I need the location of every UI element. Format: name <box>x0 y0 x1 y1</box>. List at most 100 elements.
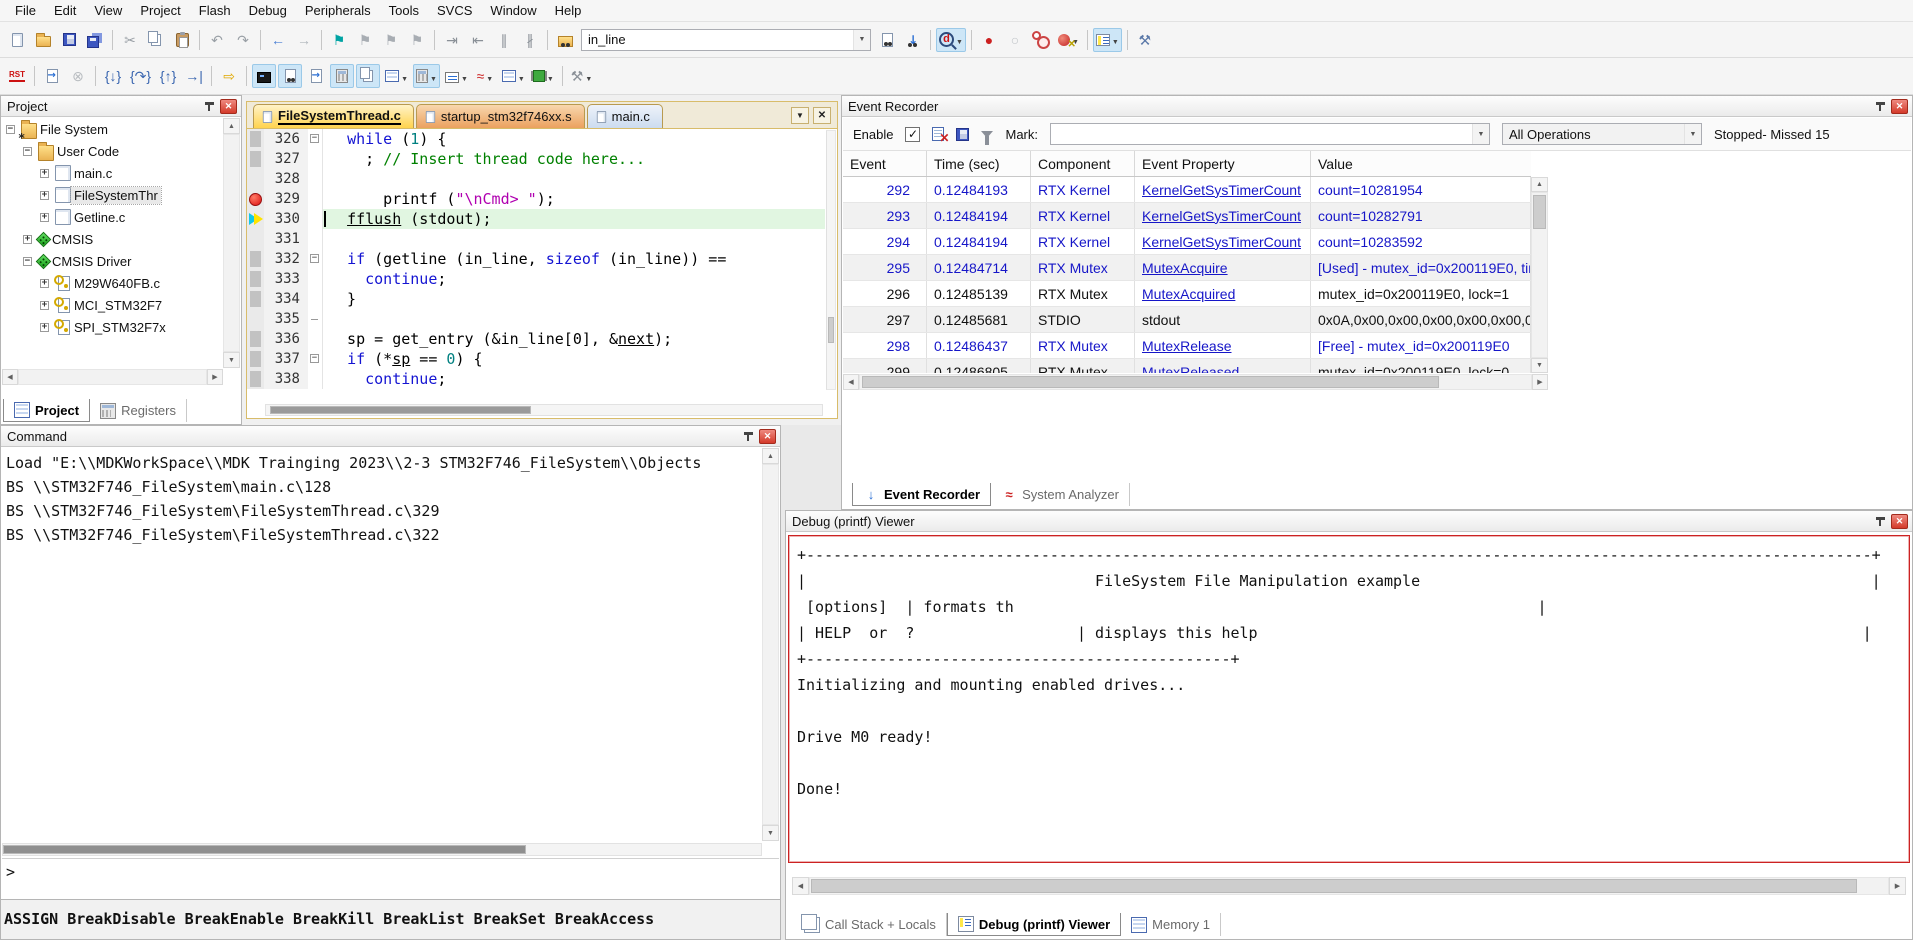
find-symbol-button[interactable]: d <box>936 28 966 52</box>
code-line-335[interactable]: 335 <box>247 309 825 329</box>
save-events-icon[interactable] <box>956 128 969 141</box>
fold-collapse-icon[interactable]: − <box>310 254 319 263</box>
insert-breakpoint-button[interactable]: ● <box>977 28 1001 52</box>
editor-hscrollbar[interactable] <box>265 404 823 416</box>
configure-button[interactable]: ⚒ <box>1133 28 1157 52</box>
chevron-down-icon[interactable] <box>430 69 437 84</box>
clear-events-icon[interactable] <box>932 127 944 141</box>
code-line-327[interactable]: 327 ; // Insert thread code here... <box>247 149 825 169</box>
filter-icon[interactable] <box>981 131 993 138</box>
menu-tools[interactable]: Tools <box>380 1 428 20</box>
tree-item-getline-c[interactable]: +Getline.c <box>2 206 223 228</box>
watch-window-button[interactable] <box>413 64 440 88</box>
tab-call-stack-locals[interactable]: Call Stack + Locals <box>794 913 947 936</box>
column-header-property[interactable]: Event Property <box>1135 151 1311 176</box>
tab-system-analyzer[interactable]: ≈System Analyzer <box>991 483 1130 506</box>
tree-item-m29w640fb-c[interactable]: +M29W640FB.c <box>2 272 223 294</box>
tab-debug-printf-viewer[interactable]: Debug (printf) Viewer <box>947 913 1121 936</box>
event-property-link[interactable]: MutexAcquire <box>1142 260 1228 276</box>
scroll-left-icon[interactable] <box>843 374 859 390</box>
tree-expander-icon[interactable]: + <box>40 323 49 332</box>
menu-debug[interactable]: Debug <box>240 1 296 20</box>
disable-all-breakpoints-button[interactable] <box>1029 28 1053 52</box>
code-editor[interactable]: 326− while (1) {327 ; // Insert thread c… <box>247 129 825 391</box>
navigate-back-button[interactable]: ← <box>266 28 290 52</box>
tree-item-cmsis[interactable]: +CMSIS <box>2 228 223 250</box>
menu-view[interactable]: View <box>85 1 131 20</box>
breakpoint-icon[interactable] <box>249 193 262 206</box>
chevron-down-icon[interactable] <box>1472 124 1489 144</box>
code-line-336[interactable]: 336 sp = get_entry (&in_line[0], &next); <box>247 329 825 349</box>
event-row-298[interactable]: 2980.12486437RTX MutexMutexRelease[Free]… <box>843 333 1531 359</box>
scroll-up-icon[interactable] <box>223 118 240 134</box>
editor-tab-main-c[interactable]: main.c <box>587 104 663 128</box>
chevron-down-icon[interactable] <box>401 69 408 84</box>
code-line-334[interactable]: 334 } <box>247 289 825 309</box>
stop-button[interactable]: ⊗ <box>66 64 90 88</box>
paste-button[interactable] <box>170 28 194 52</box>
column-header-event[interactable]: Event <box>843 151 927 176</box>
run-to-cursor-button[interactable]: →| <box>182 64 206 88</box>
code-line-338[interactable]: 338 continue; <box>247 369 825 389</box>
event-row-299[interactable]: 2990.12486805RTX MutexMutexReleasedmutex… <box>843 359 1531 373</box>
code-line-337[interactable]: 337− if (*sp == 0) { <box>247 349 825 369</box>
bookmark-toggle-button[interactable]: ⚑ <box>327 28 351 52</box>
event-row-295[interactable]: 2950.12484714RTX MutexMutexAcquire[Used]… <box>843 255 1531 281</box>
run-button[interactable]: ⇨ <box>217 64 241 88</box>
fold-collapse-icon[interactable]: − <box>310 134 319 143</box>
debug-viewer-output[interactable]: +---------------------------------------… <box>788 535 1910 863</box>
command-hscrollbar[interactable] <box>2 843 762 856</box>
tree-expander-icon[interactable]: − <box>23 147 32 156</box>
copy-button[interactable] <box>144 28 168 52</box>
step-out-button[interactable]: {↑} <box>156 64 180 88</box>
enable-disable-breakpoint-button[interactable]: ○ <box>1003 28 1027 52</box>
project-tree-hscrollbar[interactable] <box>2 369 223 385</box>
menu-window[interactable]: Window <box>481 1 545 20</box>
scroll-down-icon[interactable] <box>1531 358 1548 373</box>
peripherals-button[interactable] <box>530 64 557 88</box>
project-tree-vscrollbar[interactable] <box>223 118 240 368</box>
event-recorder-pin-button[interactable] <box>1872 99 1888 114</box>
tree-expander-icon[interactable]: + <box>40 279 49 288</box>
bookmark-prev-button[interactable]: ⚑ <box>353 28 377 52</box>
event-row-293[interactable]: 2930.12484194RTX KernelKernelGetSysTimer… <box>843 203 1531 229</box>
editor-vscrollbar[interactable] <box>826 130 836 390</box>
step-over-button[interactable]: {↷} <box>127 64 154 88</box>
tree-expander-icon[interactable]: − <box>23 257 32 266</box>
tree-expander-icon[interactable]: + <box>40 213 49 222</box>
tab-project[interactable]: Project <box>3 399 90 422</box>
undo-button[interactable]: ↶ <box>205 28 229 52</box>
menu-peripherals[interactable]: Peripherals <box>296 1 380 20</box>
incremental-find-button[interactable]: ↓ <box>901 28 925 52</box>
tab-registers[interactable]: Registers <box>90 399 187 422</box>
toolbox-button[interactable]: ⚒ <box>568 64 596 88</box>
chevron-down-icon[interactable] <box>461 69 468 84</box>
chevron-down-icon[interactable] <box>1112 32 1119 47</box>
scroll-left-icon[interactable] <box>2 369 18 385</box>
menu-flash[interactable]: Flash <box>190 1 240 20</box>
event-recorder-close-button[interactable] <box>1891 99 1908 114</box>
navigate-forward-button[interactable]: → <box>292 28 316 52</box>
open-file-button[interactable] <box>31 28 55 52</box>
disassembly-window-button[interactable] <box>278 64 302 88</box>
mark-combobox[interactable] <box>1050 123 1490 145</box>
analysis-window-button[interactable]: ≈ <box>473 64 497 88</box>
tree-item-user-code[interactable]: −User Code <box>2 140 223 162</box>
tab-event-recorder[interactable]: ↓Event Recorder <box>852 483 991 506</box>
event-property-link[interactable]: KernelGetSysTimerCount <box>1142 182 1301 198</box>
project-pin-button[interactable] <box>201 99 217 114</box>
command-window-button[interactable] <box>252 64 276 88</box>
code-line-331[interactable]: 331 <box>247 229 825 249</box>
tree-item-file-system[interactable]: −File System <box>2 118 223 140</box>
window-list-button[interactable] <box>1093 28 1122 52</box>
code-line-328[interactable]: 328 <box>247 169 825 189</box>
column-header-component[interactable]: Component <box>1031 151 1135 176</box>
column-header-value[interactable]: Value <box>1311 151 1531 176</box>
cut-button[interactable]: ✂ <box>118 28 142 52</box>
code-line-330[interactable]: 330 fflush (stdout); <box>247 209 825 229</box>
show-next-statement-button[interactable] <box>40 64 64 88</box>
event-table-vscrollbar[interactable] <box>1531 177 1548 373</box>
menu-file[interactable]: File <box>6 1 45 20</box>
event-property-link[interactable]: MutexAcquired <box>1142 286 1235 302</box>
project-close-button[interactable] <box>220 99 237 114</box>
